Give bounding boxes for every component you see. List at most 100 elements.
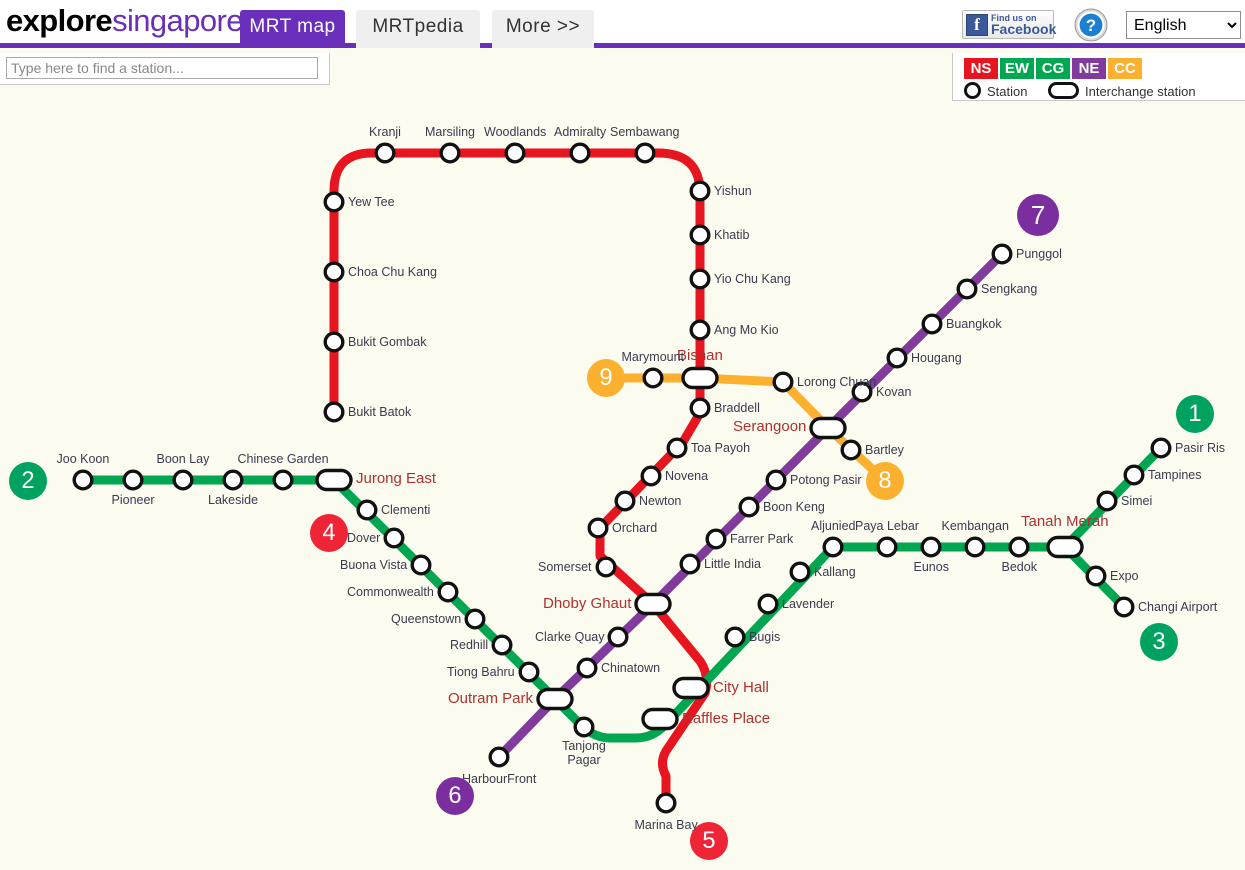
- station-marker[interactable]: [1008, 536, 1030, 558]
- station-marker[interactable]: [1150, 437, 1172, 459]
- station-label-sembawang[interactable]: Sembawang: [610, 125, 680, 139]
- site-logo[interactable]: exploresingapore: [6, 4, 243, 38]
- station-label-punggol[interactable]: Punggol: [1016, 247, 1062, 261]
- station-label-buona-vista[interactable]: Buona Vista: [340, 558, 407, 572]
- station-marker[interactable]: [614, 490, 636, 512]
- station-marker[interactable]: [757, 593, 779, 615]
- zone-badge-5[interactable]: 5: [690, 822, 728, 860]
- interchange-station-marker[interactable]: [536, 687, 574, 711]
- station-label-tanjong-pagar[interactable]: Tanjong Pagar: [557, 739, 611, 767]
- interchange-station-marker[interactable]: [641, 707, 679, 731]
- station-marker[interactable]: [491, 634, 513, 656]
- station-label-khatib[interactable]: Khatib: [714, 228, 749, 242]
- station-label-lorong-chuan[interactable]: Lorong Chuan: [797, 375, 876, 389]
- station-label-potong-pasir[interactable]: Potong Pasir: [790, 473, 862, 487]
- station-label-novena[interactable]: Novena: [665, 469, 708, 483]
- station-marker[interactable]: [642, 367, 664, 389]
- station-label-admiralty[interactable]: Admiralty: [554, 125, 606, 139]
- station-marker[interactable]: [323, 401, 345, 423]
- station-marker[interactable]: [222, 469, 244, 491]
- station-marker[interactable]: [640, 465, 662, 487]
- station-label-woodlands[interactable]: Woodlands: [484, 125, 546, 139]
- station-label-city-hall[interactable]: City Hall: [713, 680, 769, 695]
- station-label-bedok[interactable]: Bedok: [1002, 560, 1037, 574]
- station-label-queenstown[interactable]: Queenstown: [391, 612, 461, 626]
- station-marker[interactable]: [323, 331, 345, 353]
- station-marker[interactable]: [1085, 565, 1107, 587]
- station-label-marina-bay[interactable]: Marina Bay: [635, 818, 698, 832]
- station-label-clementi[interactable]: Clementi: [381, 503, 430, 517]
- station-label-marymount[interactable]: Marymount: [622, 350, 685, 364]
- station-label-hougang[interactable]: Hougang: [911, 351, 962, 365]
- legend-chip-ew[interactable]: EW: [1000, 58, 1034, 79]
- station-label-eunos[interactable]: Eunos: [914, 560, 949, 574]
- station-marker[interactable]: [655, 792, 677, 814]
- station-label-dhoby-ghaut[interactable]: Dhoby Ghaut: [543, 596, 631, 611]
- station-marker[interactable]: [72, 469, 94, 491]
- station-label-lavender[interactable]: Lavender: [782, 597, 834, 611]
- station-marker[interactable]: [272, 469, 294, 491]
- station-label-clarke-quay[interactable]: Clarke Quay: [535, 630, 604, 644]
- station-label-paya-lebar[interactable]: Paya Lebar: [855, 519, 919, 533]
- station-marker[interactable]: [374, 142, 396, 164]
- language-select[interactable]: English: [1126, 11, 1241, 39]
- interchange-station-marker[interactable]: [809, 416, 847, 440]
- station-label-toa-payoh[interactable]: Toa Payoh: [691, 441, 750, 455]
- station-marker[interactable]: [689, 397, 711, 419]
- legend-chip-cg[interactable]: CG: [1036, 58, 1070, 79]
- station-label-kembangan[interactable]: Kembangan: [942, 519, 1009, 533]
- station-marker[interactable]: [504, 142, 526, 164]
- station-label-raffles-place[interactable]: Raffles Place: [682, 711, 770, 726]
- station-marker[interactable]: [356, 499, 378, 521]
- zone-badge-9[interactable]: 9: [587, 359, 625, 397]
- station-label-yew-tee[interactable]: Yew Tee: [348, 195, 395, 209]
- station-label-boon-lay[interactable]: Boon Lay: [157, 452, 210, 466]
- station-label-tampines[interactable]: Tampines: [1148, 468, 1202, 482]
- legend-chip-ns[interactable]: NS: [964, 58, 998, 79]
- interchange-station-marker[interactable]: [634, 592, 672, 616]
- station-label-chinatown[interactable]: Chinatown: [601, 661, 660, 675]
- station-label-yio-chu-kang[interactable]: Yio Chu Kang: [714, 272, 791, 286]
- station-label-kranj[interactable]: Kranji: [369, 125, 401, 139]
- station-marker[interactable]: [439, 142, 461, 164]
- zone-badge-4[interactable]: 4: [310, 514, 348, 552]
- station-marker[interactable]: [607, 626, 629, 648]
- station-label-bugis[interactable]: Bugis: [749, 630, 780, 644]
- interchange-station-marker[interactable]: [315, 468, 353, 492]
- station-label-newton[interactable]: Newton: [639, 494, 681, 508]
- station-marker[interactable]: [1096, 490, 1118, 512]
- zone-badge-6[interactable]: 6: [436, 777, 474, 815]
- station-marker[interactable]: [573, 716, 595, 738]
- station-label-ang-mo-kio[interactable]: Ang Mo Kio: [714, 323, 779, 337]
- station-marker[interactable]: [964, 536, 986, 558]
- station-label-tiong-bahru[interactable]: Tiong Bahru: [447, 665, 515, 679]
- station-marker[interactable]: [410, 554, 432, 576]
- help-button[interactable]: ?: [1074, 8, 1108, 42]
- station-label-aljunied[interactable]: Aljunied: [811, 519, 855, 533]
- station-marker[interactable]: [323, 191, 345, 213]
- station-label-chinese-garden[interactable]: Chinese Garden: [238, 452, 329, 466]
- station-label-bartley[interactable]: Bartley: [865, 443, 904, 457]
- station-marker[interactable]: [122, 469, 144, 491]
- station-label-commonwealth[interactable]: Commonwealth: [347, 585, 434, 599]
- station-label-jurong-east[interactable]: Jurong East: [356, 471, 436, 486]
- station-marker[interactable]: [689, 224, 711, 246]
- station-marker[interactable]: [587, 517, 609, 539]
- station-label-expo[interactable]: Expo: [1110, 569, 1139, 583]
- station-marker[interactable]: [464, 608, 486, 630]
- station-marker[interactable]: [772, 371, 794, 393]
- interchange-station-marker[interactable]: [681, 366, 719, 390]
- station-marker[interactable]: [383, 527, 405, 549]
- station-label-little-india[interactable]: Little India: [704, 557, 761, 571]
- interchange-station-marker[interactable]: [1046, 535, 1084, 559]
- station-marker[interactable]: [789, 561, 811, 583]
- station-label-bukit-batok[interactable]: Bukit Batok: [348, 405, 411, 419]
- station-marker[interactable]: [576, 657, 598, 679]
- station-label-bukit-gombak[interactable]: Bukit Gombak: [348, 335, 427, 349]
- station-marker[interactable]: [840, 439, 862, 461]
- station-marker[interactable]: [920, 536, 942, 558]
- station-marker[interactable]: [666, 437, 688, 459]
- station-marker[interactable]: [876, 536, 898, 558]
- station-marker[interactable]: [991, 243, 1013, 265]
- station-marker[interactable]: [634, 142, 656, 164]
